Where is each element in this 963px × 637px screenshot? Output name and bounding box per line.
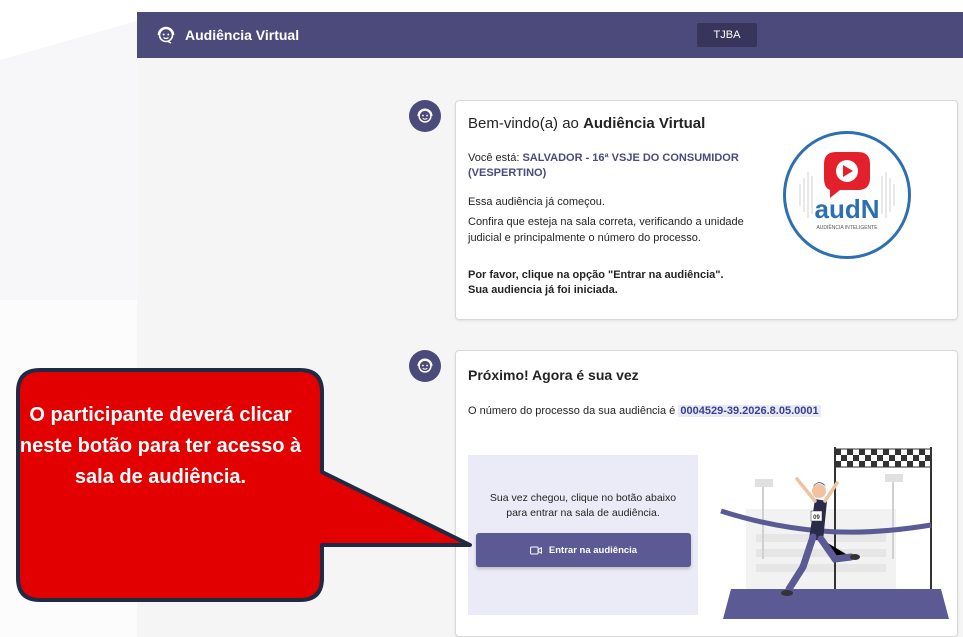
runner-finish-illustration: 09 — [720, 447, 949, 619]
welcome-card: Bem-vindo(a) ao Audiência Virtual Você e… — [455, 100, 958, 320]
top-bar: Audiência Virtual TJBA — [137, 12, 963, 58]
welcome-heading: Bem-vindo(a) ao Audiência Virtual — [468, 115, 706, 132]
confirm-text: Confira que esteja na sala correta, veri… — [468, 216, 744, 244]
enter-panel: Sua vez chegou, clique no botão abaixo p… — [468, 455, 698, 615]
process-line: O número do processo da sua audiência é … — [468, 405, 821, 417]
location-info: Você está: SALVADOR - 16ª VSJE DO CONSUM… — [468, 152, 739, 179]
org-badge[interactable]: TJBA — [697, 23, 757, 47]
enter-hearing-button[interactable]: Entrar na audiência — [476, 533, 691, 567]
callout-text: O participante deverá clicar neste botão… — [19, 404, 302, 488]
app-title: Audiência Virtual — [185, 27, 300, 43]
status-text: Essa audiência já começou. — [468, 196, 605, 208]
process-number: 0004529-39.2026.8.05.0001 — [678, 405, 821, 417]
runner-bib: 09 — [813, 515, 820, 521]
enter-hearing-label: Entrar na audiência — [548, 544, 638, 556]
enter-instruction: Sua vez chegou, clique no botão abaixo p… — [489, 492, 677, 519]
logo-tagline: AUDIÊNCIA INTELIGENTE — [816, 223, 878, 231]
your-turn-title: Próximo! Agora é sua vez — [468, 367, 639, 383]
instruction-text: Por favor, clique na opção "Entrar na au… — [468, 269, 724, 296]
headset-bot-icon — [155, 24, 177, 46]
audn-logo: audN AUDIÊNCIA INTELIGENTE — [783, 131, 911, 259]
video-camera-icon — [530, 546, 542, 555]
bot-avatar — [409, 100, 441, 132]
bot-avatar — [409, 350, 441, 382]
app-window: Audiência Virtual TJBA Bem-vindo(a) ao A… — [137, 12, 963, 637]
your-turn-card: Próximo! Agora é sua vez O número do pro… — [455, 350, 958, 637]
logo-wordmark: audN — [815, 194, 880, 224]
